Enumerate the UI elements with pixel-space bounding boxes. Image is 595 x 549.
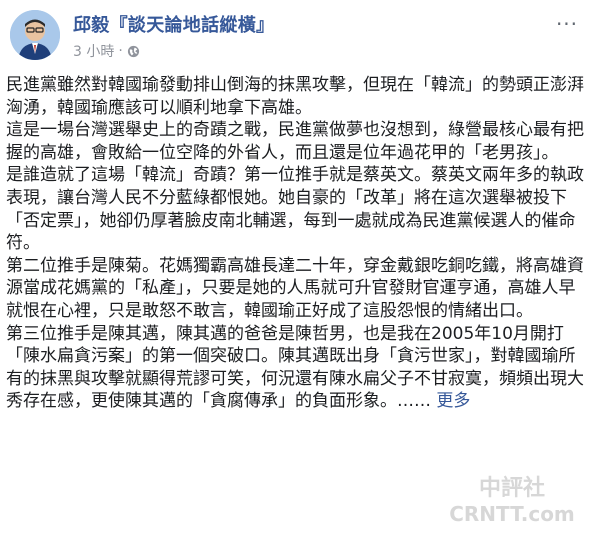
post-paragraph-text: 第三位推手是陳其邁，陳其邁的爸爸是陳哲男，也是我在2005年10月開打「陳水扁貪… [6,323,584,412]
author-avatar[interactable] [10,10,60,60]
author-name[interactable]: 邱毅『談天論地話縱橫』 [73,11,274,37]
post-paragraph: 這是一場台灣選舉史上的奇蹟之戰，民進黨做夢也沒想到，綠營最核心最有把握的高雄，會… [6,120,584,163]
watermark-cn-text: 中評社 [479,475,545,501]
meta-separator: · [118,43,123,59]
facebook-post: 邱毅『談天論地話縱橫』 3 小時 · ··· 民進黨雖然對韓國瑜發動排山倒海的抹… [0,0,595,549]
watermark-logo: 中評社 CRNTT.com [449,475,575,526]
post-paragraph: 民進黨雖然對韓國瑜發動排山倒海的抹黑攻擊，但現在「韓流」的勢頭正澎湃洶湧，韓國瑜… [6,75,584,118]
post-paragraph: 第二位推手是陳菊。花媽獨霸高雄長達二十年，穿金戴銀吃銅吃鐵，將高雄資源當成花媽黨… [6,255,584,321]
globe-icon[interactable] [127,45,140,58]
post-body: 民進黨雖然對韓國瑜發動排山倒海的抹黑攻擊，但現在「韓流」的勢頭正澎湃洶湧，韓國瑜… [6,74,590,413]
post-timestamp[interactable]: 3 小時 [73,41,114,61]
see-more-link[interactable]: 更多 [436,391,470,411]
more-options-icon[interactable]: ··· [555,14,579,34]
watermark-en-text: CRNTT.com [449,502,575,526]
post-meta: 3 小時 · [73,41,140,61]
post-paragraph: 是誰造就了這場「韓流」奇蹟？第一位推手就是蔡英文。蔡英文兩年多的執政表現，讓台灣… [6,165,584,254]
avatar-portrait-icon [10,10,60,60]
post-header: 邱毅『談天論地話縱橫』 3 小時 · ··· [10,10,585,66]
post-paragraph-last: 第三位推手是陳其邁，陳其邁的爸爸是陳哲男，也是我在2005年10月開打「陳水扁貪… [6,323,590,413]
